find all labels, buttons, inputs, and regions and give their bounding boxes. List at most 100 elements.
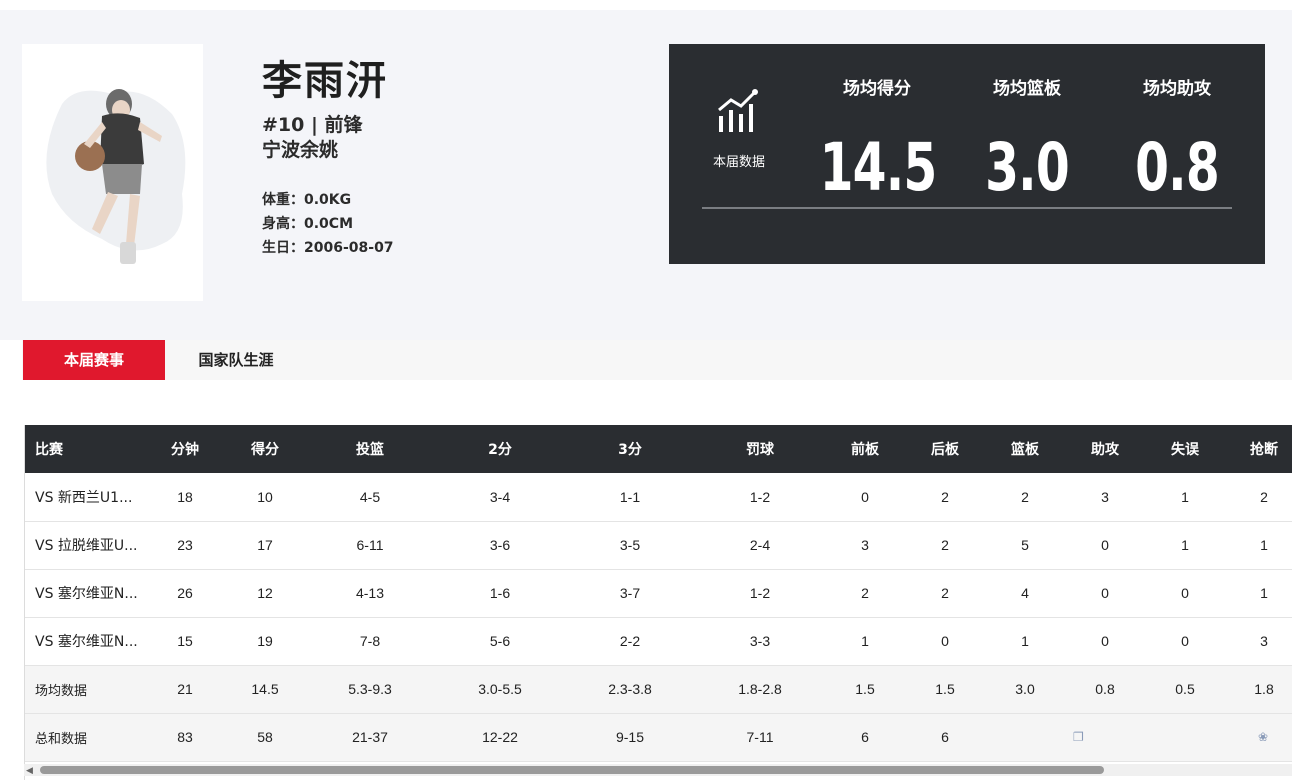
column-header: 抢断 — [1250, 442, 1278, 458]
watermark-icon: ❀ — [1258, 730, 1269, 744]
stat-cell: 2 — [941, 585, 949, 601]
stat-cell: 0 — [1181, 633, 1189, 649]
stat-cell — [1145, 713, 1225, 761]
column-header: 罚球 — [746, 442, 774, 458]
scroll-left-arrow-icon[interactable]: ◀ — [26, 765, 33, 776]
stat-cell: 2 — [941, 537, 949, 553]
stat-cell: 0 — [1101, 537, 1109, 553]
stat-cell: 12 — [257, 585, 273, 601]
stat-cell: 2-4 — [749, 537, 771, 553]
stat-cell: 3 — [1101, 488, 1109, 505]
stat-cell: 0 — [941, 633, 949, 649]
stat-cell: 12-22 — [482, 729, 518, 745]
stat-cell: 3-5 — [619, 537, 641, 553]
stat-cell: 1 — [1181, 488, 1189, 505]
stat-cell: 1 — [1260, 585, 1268, 601]
player-height: 身高：0.0CM — [262, 216, 354, 232]
game-name-cell: VS 拉脱维亚U... — [35, 538, 138, 554]
stat-cell: 0.8 — [1095, 681, 1115, 697]
stat-avg-assists: 场均助攻 0.8 — [1107, 74, 1247, 206]
stat-label: 场均篮板 — [993, 79, 1061, 99]
stat-cell: 0 — [1101, 585, 1109, 601]
stat-cell: 1-6 — [489, 585, 511, 601]
bar-chart-trend-icon — [718, 89, 758, 132]
stat-cell: 2 — [1021, 488, 1029, 505]
stat-cell: 3.0-5.5 — [478, 681, 522, 697]
stat-cell: 10 — [257, 488, 273, 505]
stat-cell: 1-2 — [749, 488, 771, 505]
game-name-cell: VS 塞尔维亚N... — [35, 634, 138, 650]
stat-cell: 58 — [257, 729, 273, 745]
stat-cell: 6 — [941, 729, 949, 745]
stat-cell: 19 — [257, 633, 273, 649]
tab-current-tournament[interactable]: 本届赛事 — [23, 340, 165, 380]
game-name-cell: 总和数据 — [35, 731, 88, 747]
stat-avg-points: 场均得分 14.5 — [807, 74, 947, 206]
table-row: VS 拉脱维亚U... 23 17 6-11 3-6 3-5 2-4 3 2 5 0 1 1 — [25, 521, 1292, 569]
stat-avg-rebounds: 场均篮板 3.0 — [957, 74, 1097, 206]
stat-cell: 3-6 — [489, 537, 511, 553]
stats-icon-label: 本届数据 — [712, 155, 765, 170]
stat-cell — [985, 713, 1065, 761]
stat-cell: 1 — [861, 633, 869, 649]
stat-cell: 15 — [177, 633, 193, 649]
stat-cell: 6-11 — [356, 537, 384, 553]
season-stats-panel: 本届数据 场均得分 14.5 场均篮板 3.0 场均助攻 0.8 — [669, 44, 1265, 264]
column-header: 后板 — [931, 442, 959, 458]
column-header: 投篮 — [356, 442, 384, 458]
stat-cell: 3 — [1260, 633, 1268, 649]
stat-cell: 17 — [257, 537, 273, 553]
stat-cell: 7-11 — [746, 729, 774, 745]
player-weight: 体重：0.0KG — [262, 192, 352, 208]
player-photo-image — [46, 89, 186, 264]
stat-cell: 18 — [177, 488, 193, 505]
game-name-cell: VS 塞尔维亚N... — [35, 586, 138, 602]
stat-cell: 3-3 — [749, 633, 771, 649]
scrollbar-thumb[interactable] — [40, 766, 1104, 774]
horizontal-scrollbar[interactable]: ◀ — [24, 764, 1292, 776]
stat-cell: 21-37 — [352, 729, 388, 745]
column-header: 篮板 — [1011, 442, 1039, 458]
table-header-row: 比赛 分钟 得分 投篮 2分 3分 罚球 前板 后板 篮板 助攻 失误 抢断 — [25, 425, 1292, 473]
stat-cell: 1 — [1260, 537, 1268, 553]
stat-label: 场均得分 — [843, 79, 911, 99]
stat-cell: 0 — [1101, 633, 1109, 649]
stat-cell: 23 — [177, 537, 193, 553]
stat-cell: 1.8-2.8 — [738, 681, 782, 697]
stat-cell: 4-5 — [359, 488, 381, 505]
stat-cell: 5.3-9.3 — [348, 681, 392, 697]
stat-cell: 1.5 — [935, 681, 955, 697]
stat-cell: 9-15 — [615, 729, 645, 745]
stat-cell: 26 — [177, 585, 193, 601]
stat-cell: 2.3-3.8 — [608, 681, 652, 697]
player-number-position: #10 | 前锋 — [262, 114, 363, 136]
stat-cell: 1-1 — [619, 488, 641, 505]
stats-divider — [702, 207, 1232, 209]
stat-cell: 7-8 — [359, 633, 381, 649]
column-header: 2分 — [488, 442, 512, 458]
stat-cell: 14.5 — [251, 681, 279, 697]
watermark-icon: ❐ — [1073, 730, 1084, 744]
stat-label: 场均助攻 — [1143, 79, 1211, 99]
stat-cell: 0 — [1181, 585, 1189, 601]
column-header: 前板 — [851, 442, 879, 458]
stat-cell: 5 — [1021, 537, 1029, 553]
column-header: 得分 — [251, 442, 279, 458]
table-row: VS 塞尔维亚N... 15 19 7-8 5-6 2-2 3-3 1 0 1 0 0 3 — [25, 617, 1292, 665]
stat-cell: 3 — [861, 537, 869, 553]
summary-row: 场均数据 21 14.5 5.3-9.3 3.0-5.5 2.3-3.8 1.8-2.8 1.… — [25, 665, 1292, 713]
stat-cell: 4-13 — [355, 585, 385, 601]
stat-cell: 4 — [1021, 585, 1029, 601]
game-stats-table: 比赛 分钟 得分 投篮 2分 3分 罚球 前板 后板 篮板 助攻 失误 抢断 VS 新西兰U1... 18… — [24, 425, 1292, 780]
stat-cell: 1-2 — [749, 585, 771, 601]
tab-national-team-career[interactable]: 国家队生涯 — [165, 340, 307, 380]
stat-cell: 1.8 — [1254, 681, 1274, 697]
column-header: 3分 — [618, 442, 642, 458]
game-name-cell: VS 新西兰U1... — [35, 489, 133, 506]
stat-value: 0.8 — [1135, 129, 1220, 206]
stat-cell: 2 — [941, 488, 949, 505]
stat-value: 3.0 — [985, 129, 1070, 206]
table-row: VS 塞尔维亚N... 26 12 4-13 1-6 3-7 1-2 2 2 4 0 0 1 — [25, 569, 1292, 617]
stat-cell: 3-4 — [489, 488, 511, 505]
summary-row: 总和数据 83 58 21-37 12-22 9-15 7-11 6 6 — [25, 713, 1292, 761]
